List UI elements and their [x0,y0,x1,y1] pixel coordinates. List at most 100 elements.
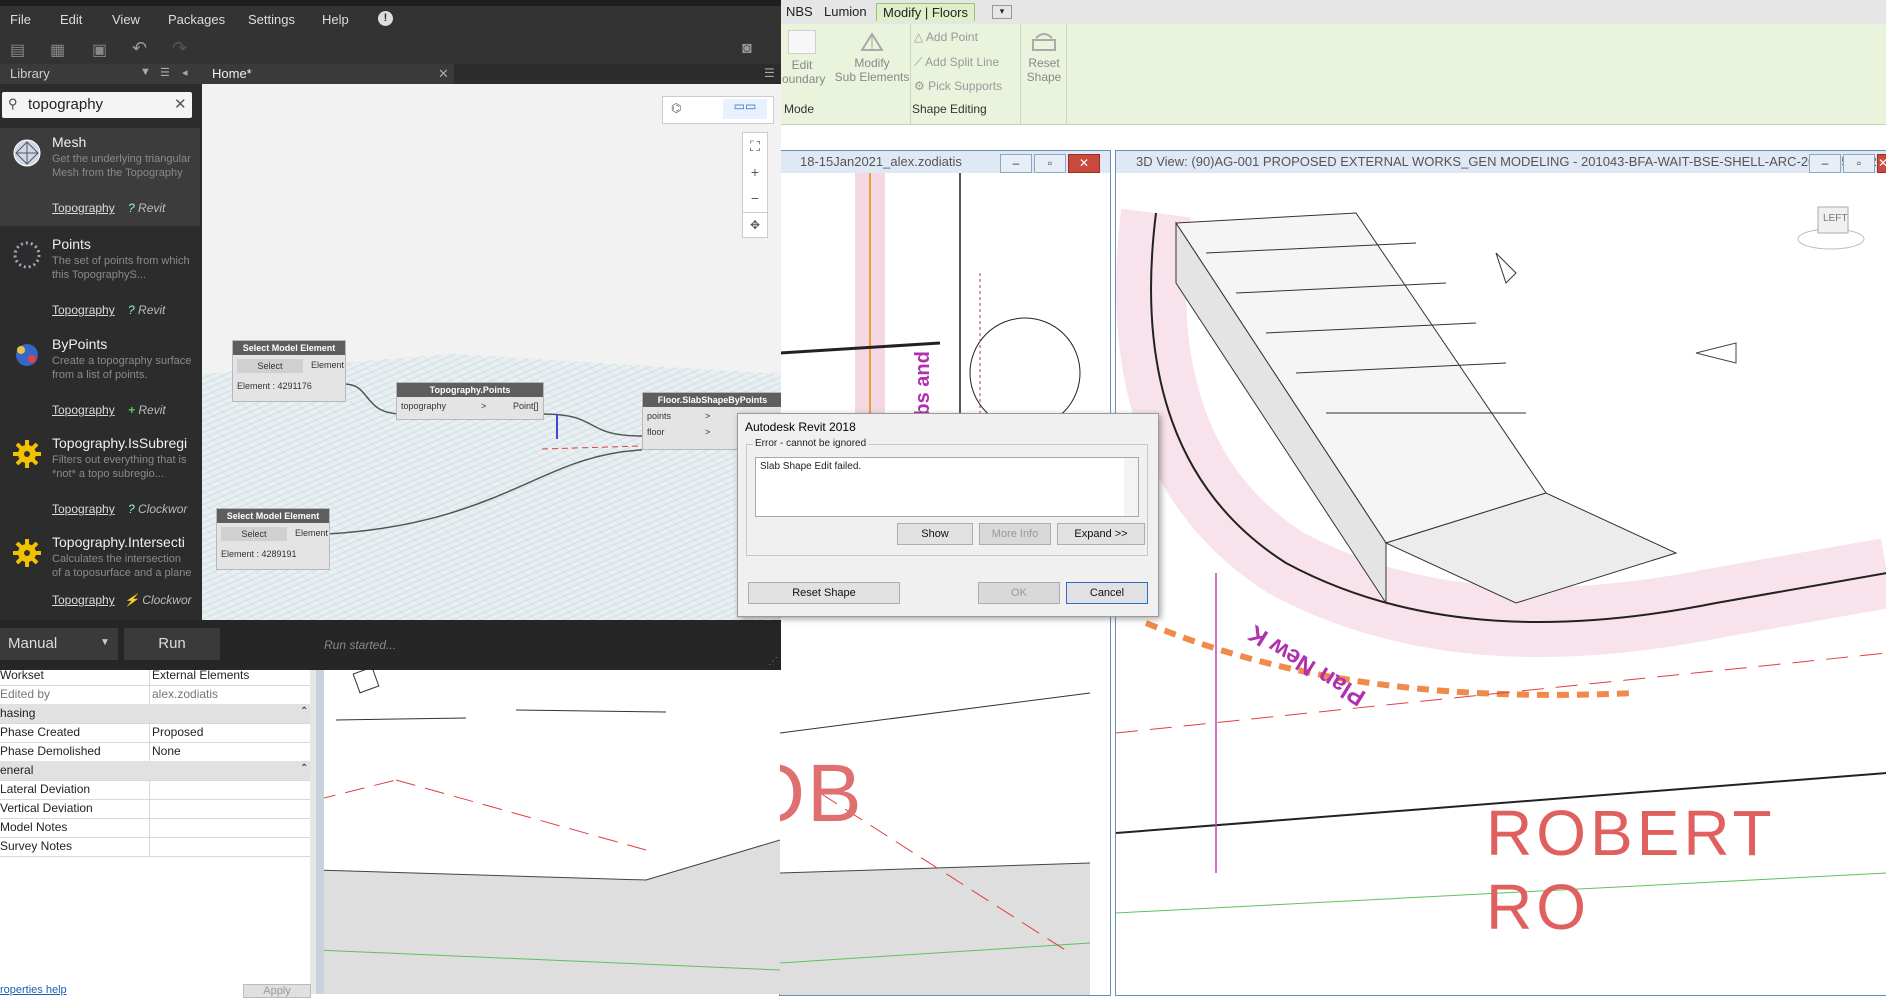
tabs-menu-icon[interactable]: ☰ [764,66,775,80]
node-output-port[interactable]: Element [311,360,344,370]
node-input-port[interactable]: points [647,411,671,421]
node-select-model-element-2[interactable]: Select Model Element Select Element Elem… [216,508,330,570]
library-item-topography-issubregion[interactable]: Topography.IsSubregi Filters out everyth… [0,429,200,527]
node-title: Topography.Points [397,383,543,397]
reset-shape-dialog-button[interactable]: Reset Shape [748,582,900,604]
cancel-button[interactable]: Cancel [1066,582,1148,604]
minimize-button[interactable]: – [1809,154,1841,173]
library-item-category[interactable]: Topography [52,303,115,317]
modify-sub-elements-button[interactable]: Modify Sub Elements [834,30,910,84]
more-info-button[interactable]: More Info [979,523,1051,545]
node-select-model-element-1[interactable]: Select Model Element Select Element Elem… [232,340,346,402]
reset-shape-icon [1030,30,1058,54]
zoom-extents-icon[interactable]: ⛶ [743,133,767,159]
menu-file[interactable]: File [10,12,31,27]
menu-view[interactable]: View [112,12,140,27]
pan-icon[interactable]: ✥ [742,212,768,238]
graph-view-icon[interactable]: ⌬ [671,101,681,115]
node-output-port[interactable]: Point[] [513,401,539,411]
prop-row-phase-created[interactable]: Phase Created Proposed [0,723,310,743]
tab-nbs[interactable]: NBS [780,3,819,20]
prop-row-lateral-deviation[interactable]: Lateral Deviation [0,780,310,800]
list-view-icon[interactable]: ☰ [160,66,170,79]
properties-help-link[interactable]: roperties help [0,984,67,996]
tab-home[interactable]: Home* ✕ [202,64,454,84]
preview-view-icon[interactable]: ▭▭ [723,99,767,119]
quick-access-dropdown-icon[interactable]: ▾ [992,5,1012,19]
prop-section-phasing[interactable]: hasing ⌃ [0,704,310,724]
library-item-category[interactable]: Topography [52,403,115,417]
pick-supports-button[interactable]: ⚙ Pick Supports [914,79,1002,93]
maximize-button[interactable]: ▫ [1034,154,1066,173]
close-icon[interactable]: ✕ [1877,154,1886,173]
save-icon[interactable]: ▣ [92,40,107,60]
menu-settings[interactable]: Settings [248,12,295,27]
prop-row-vertical-deviation[interactable]: Vertical Deviation [0,799,310,819]
run-button[interactable]: Run [124,628,220,660]
close-icon[interactable]: ✕ [1068,154,1100,173]
collapse-icon[interactable]: ⌃ [300,763,308,774]
dynamo-canvas[interactable]: ⌬ ▭▭ ⛶ + − ✥ Select Model Element Select… [202,84,781,620]
camera-icon[interactable]: ◙ [742,40,752,58]
menu-help[interactable]: Help [322,12,349,27]
library-item-source: Clockwor [142,593,192,607]
library-item-points[interactable]: Points The set of points from which this… [0,230,200,328]
zoom-out-icon[interactable]: − [743,185,767,211]
filter-icon[interactable]: ▼ [140,66,151,78]
edit-boundary-button[interactable]: Edit oundary [782,30,825,86]
show-button[interactable]: Show [897,523,973,545]
maximize-button[interactable]: ▫ [1843,154,1875,173]
view-cube[interactable]: LEFT [1796,201,1866,251]
minimize-button[interactable]: – [1000,154,1032,173]
library-item-bypoints[interactable]: ByPoints Create a topography surface fro… [0,330,200,428]
library-item-category[interactable]: Topography [52,593,115,607]
clear-search-icon[interactable]: ✕ [174,95,187,113]
tab-modify-floors[interactable]: Modify | Floors [876,3,976,21]
reset-shape-button[interactable]: Reset Shape [1024,30,1064,84]
redo-icon[interactable]: ↷ [172,38,187,59]
node-output-port[interactable]: Element [295,528,328,538]
search-input[interactable]: topography [28,96,103,113]
select-button[interactable]: Select [237,359,303,373]
view-toggle[interactable]: ⌬ ▭▭ [662,96,774,124]
add-point-button[interactable]: △ Add Point [914,30,978,44]
library-item-name: Mesh [52,134,87,150]
resize-grip-icon[interactable]: ⋰ [768,656,778,667]
node-title: Select Model Element [217,509,329,523]
notification-icon[interactable]: ! [378,11,393,26]
close-tab-icon[interactable]: ✕ [438,66,449,82]
library-item-name: Topography.IsSubregi [52,435,188,451]
menu-edit[interactable]: Edit [60,12,82,27]
apply-button[interactable]: Apply [243,984,311,998]
add-split-line-button[interactable]: ⟋ Add Split Line [914,55,999,70]
message-scrollbar[interactable] [1124,458,1138,516]
expand-button[interactable]: Expand >> [1057,523,1145,545]
collapse-icon[interactable]: ⌃ [300,706,308,717]
library-search-box[interactable]: ⚲ topography ✕ [2,92,192,118]
run-mode-dropdown[interactable]: Manual ▼ [0,628,118,660]
open-file-icon[interactable]: ▦ [50,40,65,60]
node-topography-points[interactable]: Topography.Points topography > Point[] [396,382,544,420]
menu-packages[interactable]: Packages [168,12,225,27]
prop-row-survey-notes[interactable]: Survey Notes [0,837,310,857]
prop-row-model-notes[interactable]: Model Notes [0,818,310,838]
undo-icon[interactable]: ↶ [132,38,147,59]
error-message-box[interactable]: Slab Shape Edit failed. [755,457,1139,517]
zoom-in-icon[interactable]: + [743,159,767,185]
tab-lumion[interactable]: Lumion [818,3,873,20]
library-item-mesh[interactable]: Mesh Get the underlying triangular Mesh … [0,128,200,226]
add-point-label: Add Point [925,30,978,44]
library-item-name: Topography.Intersecti [52,534,185,550]
library-item-category[interactable]: Topography [52,201,115,215]
node-input-port[interactable]: floor [647,427,665,437]
library-item-topography-intersection[interactable]: Topography.Intersecti Calculates the int… [0,528,200,620]
node-input-port[interactable]: topography [401,401,446,411]
new-file-icon[interactable]: ▤ [10,40,25,60]
collapse-library-icon[interactable]: ◂ [182,66,188,79]
prop-section-general[interactable]: eneral ⌃ [0,761,310,781]
library-item-category[interactable]: Topography [52,502,115,516]
prop-row-phase-demolished[interactable]: Phase Demolished None [0,742,310,762]
panel-splitter[interactable] [316,666,324,994]
ok-button[interactable]: OK [978,582,1060,604]
select-button[interactable]: Select [221,527,287,541]
